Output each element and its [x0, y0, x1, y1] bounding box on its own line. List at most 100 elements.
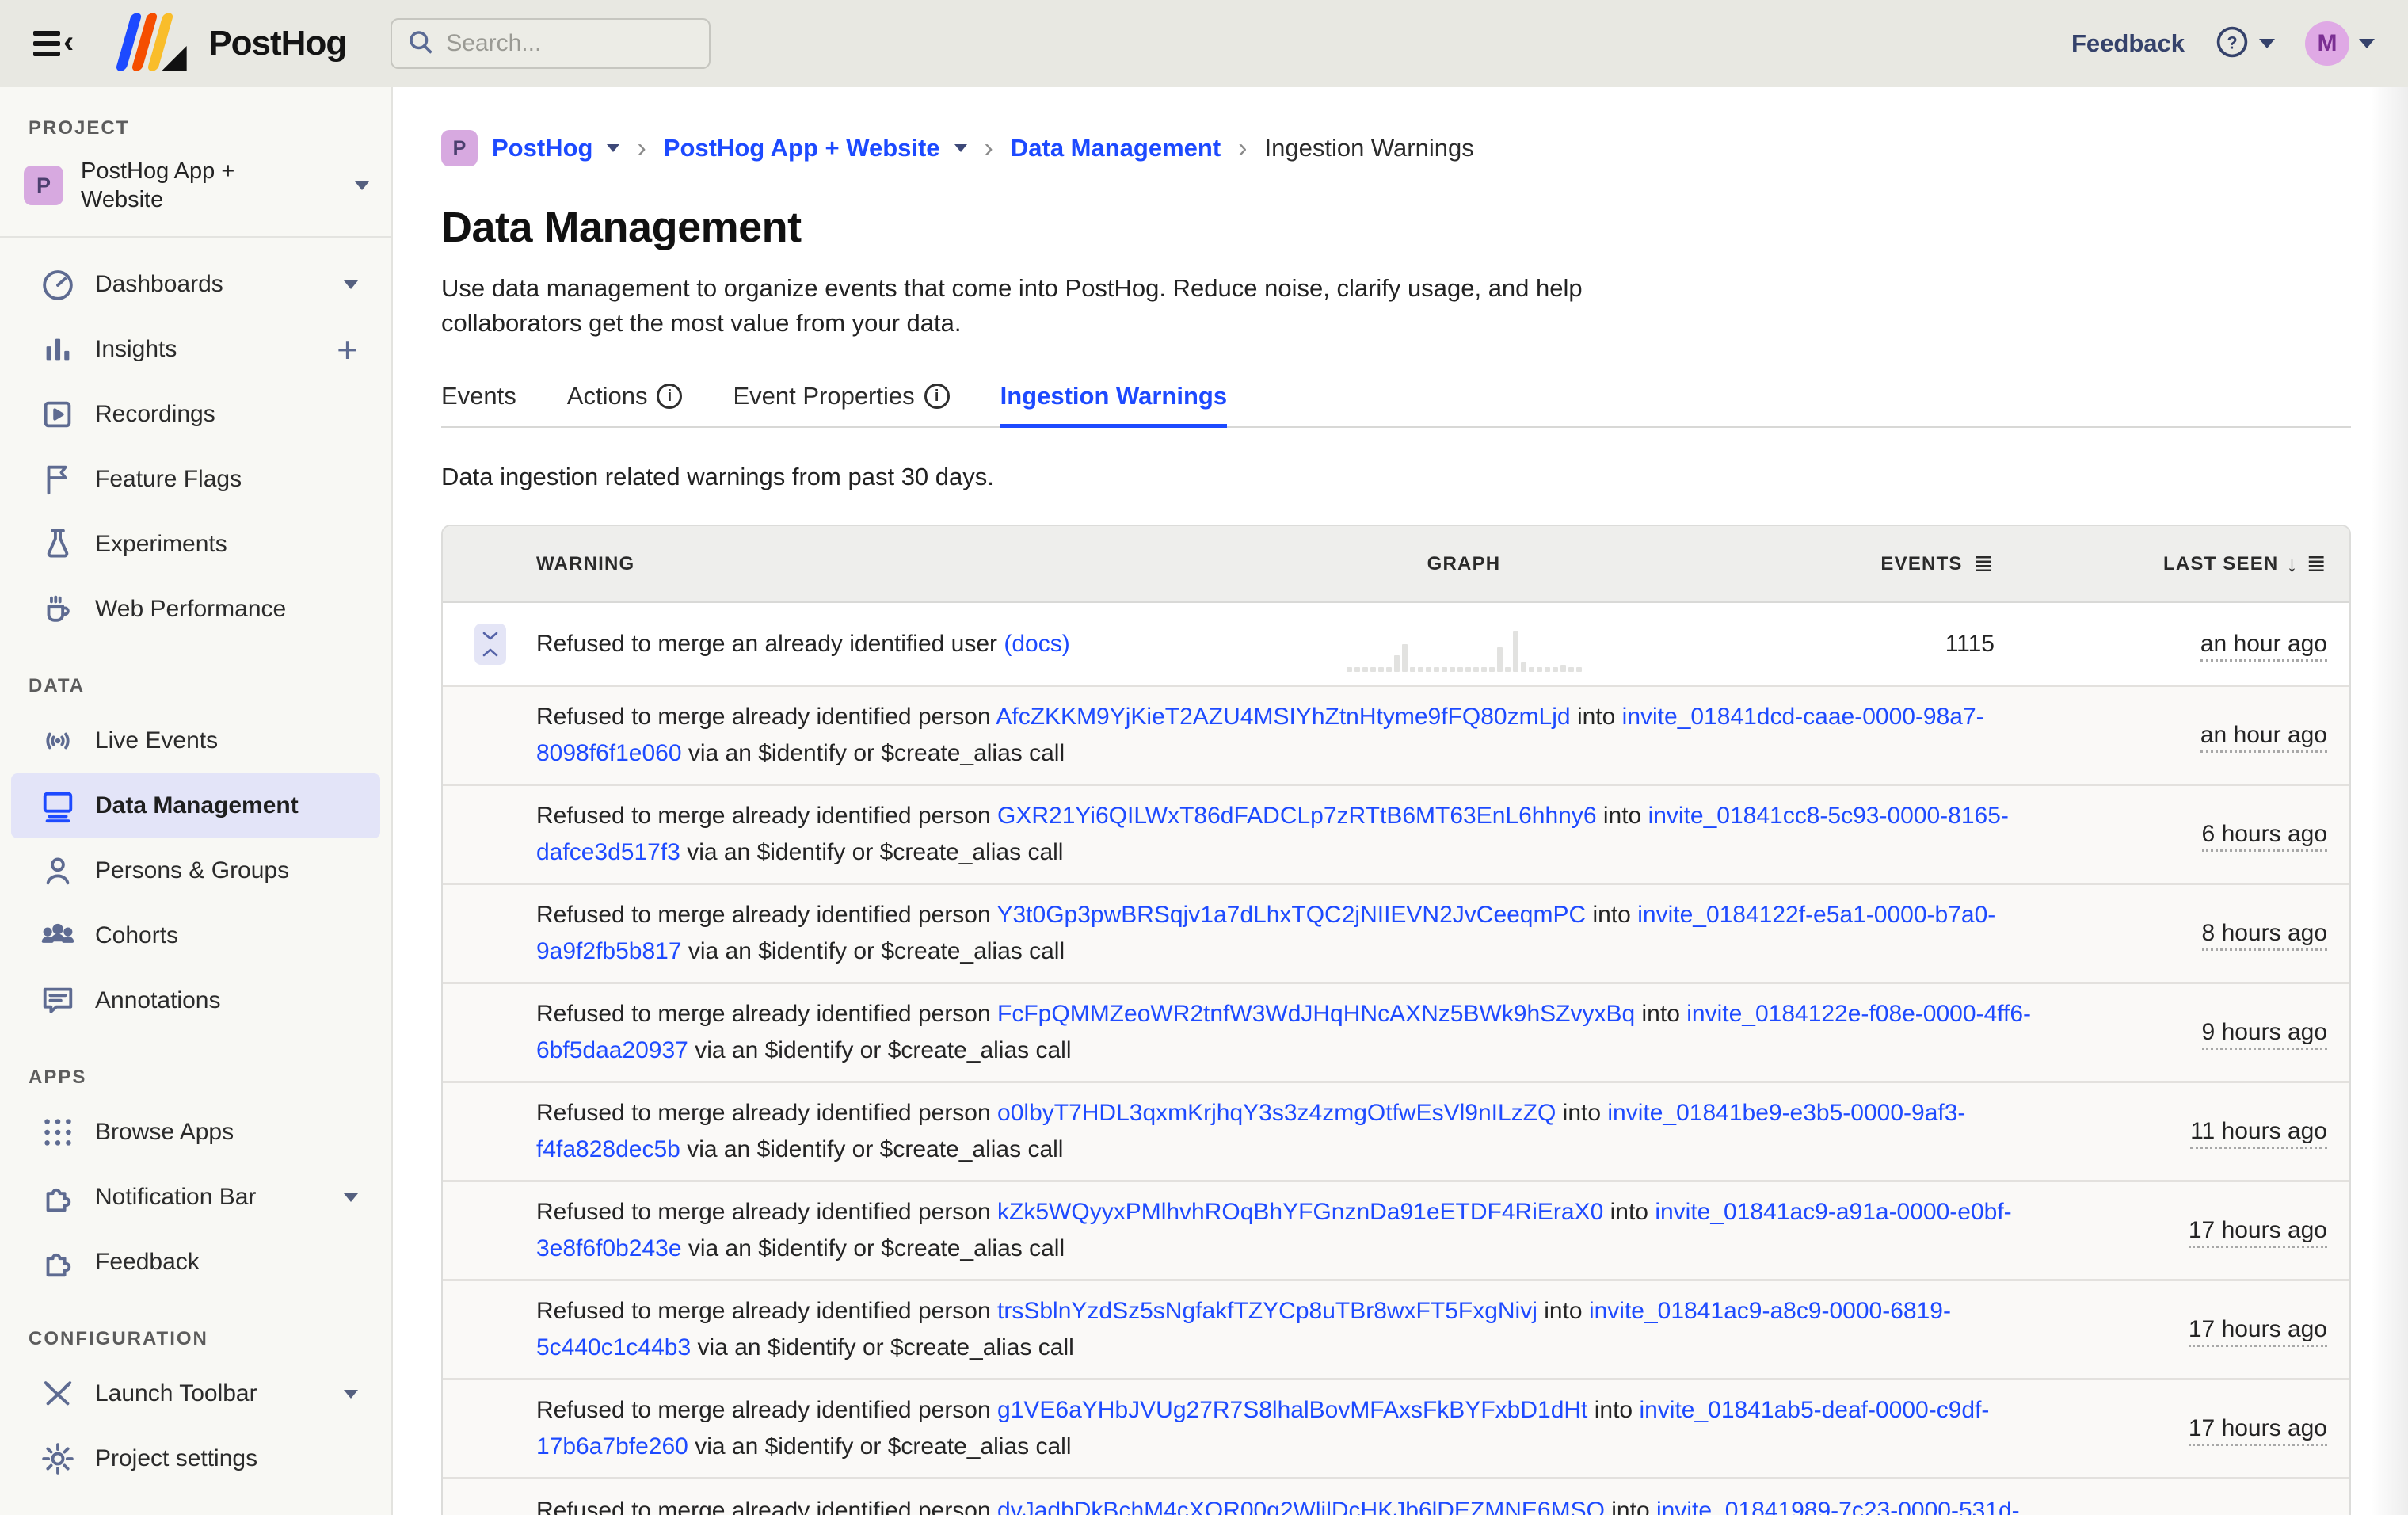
sidebar: PROJECT P PostHog App + Website Dashboar… — [0, 87, 393, 1515]
person-id-link[interactable]: g1VE6aYHbJVUg27R7S8lhalBovMFAxsFkBYFxbD1… — [997, 1397, 1587, 1423]
sidebar-item-data-management[interactable]: Data Management — [11, 773, 380, 838]
play-icon — [40, 396, 76, 433]
sidebar-item-annotations[interactable]: Annotations — [11, 968, 380, 1033]
user-menu[interactable]: M — [2305, 21, 2375, 66]
collapse-row-button[interactable] — [474, 624, 506, 665]
person-id-link[interactable]: trsSblnYzdSz5sNgfakfTZYCp8uTBr8wxFT5FxgN… — [997, 1298, 1537, 1324]
tab-events[interactable]: Events — [441, 382, 516, 428]
flag-icon — [40, 461, 76, 498]
column-header-graph: GRAPH — [1297, 553, 1630, 575]
sidebar-item-dashboards[interactable]: Dashboards — [11, 252, 380, 317]
last-seen-value: 17 hours ago — [2105, 1316, 2327, 1343]
chevron-down-icon[interactable] — [344, 1390, 358, 1399]
sidebar-item-feature-flags[interactable]: Feature Flags — [11, 447, 380, 512]
gear-icon — [40, 1441, 76, 1477]
warning-text: Refused to merge an already identified u… — [536, 631, 1297, 658]
person-id-link[interactable]: FcFpQMMZeoWR2tnfW3WdJHqHNcAXNz5BWk9hSZvy… — [997, 1001, 1635, 1027]
chevron-down-icon — [355, 181, 369, 190]
tools-icon — [40, 1376, 76, 1412]
flask-icon — [40, 526, 76, 563]
column-header-warning: WARNING — [536, 553, 1297, 575]
sidebar-item-notification-bar[interactable]: Notification Bar — [11, 1165, 380, 1230]
warning-detail-text: Refused to merge already identified pers… — [536, 699, 2105, 772]
person-id-link[interactable]: dvJadbDkBchM4cXOR00q2WlilDcHKJb6lDEZMNE6… — [997, 1498, 1605, 1515]
warning-detail-text: Refused to merge already identified pers… — [536, 996, 2105, 1069]
bar-chart-icon — [40, 331, 76, 368]
page-description: Use data management to organize events t… — [441, 271, 1709, 341]
last-seen-value: 9 hours ago — [2105, 1019, 2327, 1046]
chevron-down-icon[interactable] — [344, 280, 358, 289]
avatar: M — [2305, 21, 2349, 66]
sidebar-item-experiments[interactable]: Experiments — [11, 512, 380, 577]
sidebar-item-insights[interactable]: Insights + — [11, 317, 380, 382]
breadcrumb: P PostHog › PostHog App + Website › Data… — [441, 130, 2408, 166]
logo-wordmark: PostHog — [208, 24, 346, 63]
warning-sparkline — [1297, 628, 1630, 685]
plus-icon[interactable]: + — [337, 331, 358, 368]
sidebar-item-label: Browse Apps — [95, 1119, 234, 1146]
apps-icon — [40, 1114, 76, 1151]
sidebar-item-label: Annotations — [95, 987, 220, 1014]
breadcrumb-project[interactable]: PostHog App + Website — [664, 134, 940, 162]
tab-ingestion-warnings[interactable]: Ingestion Warnings — [1000, 382, 1227, 428]
sort-descending-icon: ↓ — [2286, 553, 2298, 575]
search-box[interactable] — [391, 18, 711, 69]
column-header-events[interactable]: EVENTS ≣ — [1630, 552, 1995, 576]
sidebar-collapse-icon[interactable]: ‹ — [33, 28, 74, 59]
sidebar-item-recordings[interactable]: Recordings — [11, 382, 380, 447]
sidebar-item-label: Data Management — [95, 792, 299, 819]
sidebar-item-persons-groups[interactable]: Persons & Groups — [11, 838, 380, 903]
search-input[interactable] — [446, 30, 676, 57]
chevron-down-icon[interactable] — [344, 1193, 358, 1202]
sort-icon: ≣ — [1974, 552, 1995, 576]
posthog-logo[interactable]: PostHog — [110, 10, 346, 78]
tab-event-properties[interactable]: Event Propertiesi — [733, 382, 949, 428]
sidebar-item-live-events[interactable]: Live Events — [11, 708, 380, 773]
column-header-last-seen[interactable]: LAST SEEN ↓≣ — [1995, 552, 2327, 576]
sidebar-item-label: Recordings — [95, 401, 215, 428]
help-menu[interactable]: ? — [2215, 25, 2275, 63]
sidebar-item-cohorts[interactable]: Cohorts — [11, 903, 380, 968]
person-id-link[interactable]: o0lbyT7HDL3qxmKrjhqY3s3z4zmgOtfwEsVl9nIL… — [997, 1100, 1556, 1126]
breadcrumb-data-management[interactable]: Data Management — [1011, 134, 1221, 162]
chevron-down-icon — [2359, 39, 2375, 48]
docs-link[interactable]: (docs) — [1004, 631, 1069, 657]
warning-detail-row: Refused to merge already identified pers… — [443, 786, 2349, 885]
last-seen-value: 6 hours ago — [2105, 821, 2327, 848]
person-icon — [40, 853, 76, 889]
chevron-down-icon — [2259, 39, 2275, 48]
sidebar-item-label: Live Events — [95, 727, 218, 754]
sidebar-item-feedback[interactable]: Feedback — [11, 1230, 380, 1295]
annotation-icon — [40, 983, 76, 1019]
sidebar-item-label: Web Performance — [95, 596, 286, 623]
sidebar-item-project-settings[interactable]: Project settings — [11, 1426, 380, 1491]
warning-detail-row: Refused to merge already identified pers… — [443, 1182, 2349, 1281]
sidebar-item-browse-apps[interactable]: Browse Apps — [11, 1100, 380, 1165]
sidebar-item-label: Persons & Groups — [95, 857, 289, 884]
sidebar-section-configuration: CONFIGURATION — [0, 1328, 391, 1350]
sidebar-item-web-performance[interactable]: Web Performance — [11, 577, 380, 642]
warning-detail-text: Refused to merge already identified pers… — [536, 1293, 2105, 1366]
person-id-link[interactable]: kZk5WQyyxPMlhvhROqBhYFGnznDa91eETDF4RiEr… — [997, 1199, 1603, 1225]
person-id-link[interactable]: GXR21Yi6QILWxT86dFADCLp7zRTtB6MT63EnL6hh… — [997, 803, 1596, 829]
sidebar-item-label: Insights — [95, 336, 177, 363]
sidebar-section-data: DATA — [0, 675, 391, 697]
sidebar-item-launch-toolbar[interactable]: Launch Toolbar — [11, 1361, 380, 1426]
breadcrumb-posthog[interactable]: PostHog — [492, 134, 592, 162]
last-seen-value: an hour ago — [1995, 631, 2327, 658]
warning-detail-text: Refused to merge already identified pers… — [536, 897, 2105, 970]
project-switcher[interactable]: P PostHog App + Website — [0, 152, 391, 219]
sidebar-item-label: Dashboards — [95, 271, 223, 298]
chevron-down-icon[interactable] — [607, 144, 619, 152]
sidebar-item-label: Notification Bar — [95, 1184, 256, 1211]
chevron-down-icon[interactable] — [954, 144, 967, 152]
warning-detail-text: Refused to merge already identified pers… — [536, 1392, 2105, 1465]
sidebar-item-label: Feedback — [95, 1249, 200, 1276]
last-seen-value: 11 hours ago — [2105, 1118, 2327, 1145]
warning-detail-rows: Refused to merge already identified pers… — [443, 687, 2349, 1515]
tab-actions[interactable]: Actionsi — [567, 382, 683, 428]
warning-summary-row: Refused to merge an already identified u… — [443, 603, 2349, 687]
feedback-link[interactable]: Feedback — [2071, 29, 2185, 58]
person-id-link[interactable]: AfcZKKM9YjKieT2AZU4MSIYhZtnHtyme9fFQ80zm… — [996, 704, 1570, 730]
person-id-link[interactable]: Y3t0Gp3pwBRSqjv1a7dLhxTQC2jNIIEVN2JvCeeq… — [996, 902, 1586, 928]
